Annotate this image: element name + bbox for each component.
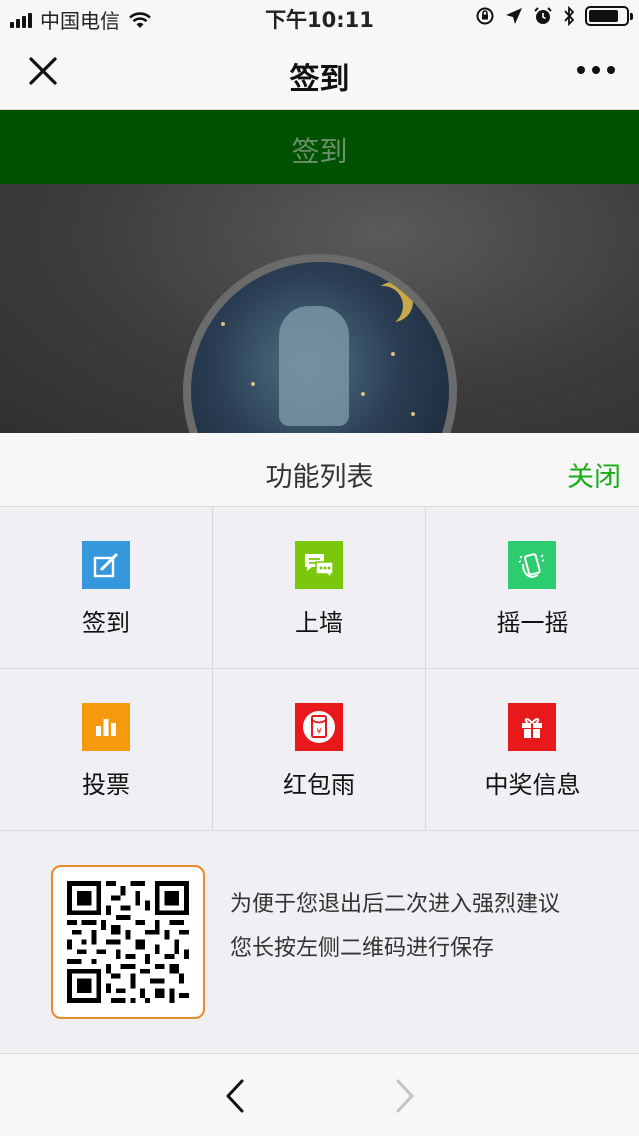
feature-label: 中奖信息 [484, 771, 581, 799]
orientation-lock-icon [476, 7, 494, 25]
qr-section: 为便于您退出后二次进入强烈建议 您长按左侧二维码进行保存 [0, 831, 639, 1053]
feature-label: 签到 [82, 609, 130, 637]
gift-icon [508, 703, 556, 751]
feature-label: 红包雨 [283, 771, 355, 799]
panel-title: 功能列表 [265, 462, 374, 493]
banner-title: 签到 [291, 135, 348, 168]
banner: 签到 [0, 110, 639, 184]
feature-label: 上墙 [295, 609, 343, 637]
panel-close-button[interactable]: 关闭 [567, 455, 621, 494]
feature-shake[interactable]: 摇一摇 [426, 507, 639, 669]
bluetooth-icon [564, 6, 575, 26]
qr-code-image [67, 881, 189, 1003]
feature-sign-in[interactable]: 签到 [0, 507, 213, 669]
feature-grid: 签到 上墙 摇一摇 投票 ¥ 红包雨 中奖信息 [0, 507, 639, 831]
qr-hint: 为便于您退出后二次进入强烈建议 您长按左侧二维码进行保存 [230, 883, 610, 971]
more-icon[interactable] [577, 66, 615, 74]
feature-red-envelope[interactable]: ¥ 红包雨 [213, 669, 426, 831]
back-arrow-icon[interactable] [222, 1078, 248, 1114]
qr-hint-line1: 为便于您退出后二次进入强烈建议 [230, 892, 561, 917]
status-right [475, 6, 633, 26]
forward-arrow-icon[interactable] [392, 1078, 418, 1114]
sign-in-icon [82, 541, 130, 589]
feature-panel: 功能列表 关闭 签到 上墙 摇一摇 投票 ¥ 红包雨 中奖信息 为便于您退出后二… [0, 433, 639, 1053]
vote-chart-icon [82, 703, 130, 751]
feature-prize-info[interactable]: 中奖信息 [426, 669, 639, 831]
status-bar: 中国电信 下午10:11 [0, 0, 639, 36]
panel-header: 功能列表 关闭 [0, 433, 639, 507]
bottom-toolbar [0, 1053, 639, 1136]
red-envelope-icon: ¥ [295, 703, 343, 751]
location-icon [506, 8, 522, 24]
battery-icon [585, 6, 633, 26]
alarm-icon [534, 7, 552, 24]
feature-label: 摇一摇 [496, 609, 569, 637]
chat-wall-icon [295, 541, 343, 589]
page-title: 签到 [289, 62, 350, 97]
nav-bar: 签到 [0, 36, 639, 110]
shake-icon [508, 541, 556, 589]
feature-vote[interactable]: 投票 [0, 669, 213, 831]
cover-photo [0, 184, 639, 433]
svg-text:¥: ¥ [316, 727, 321, 736]
feature-label: 投票 [82, 771, 130, 799]
qr-hint-line2: 您长按左侧二维码进行保存 [230, 936, 495, 961]
feature-wall[interactable]: 上墙 [213, 507, 426, 669]
qr-code[interactable] [51, 865, 205, 1019]
